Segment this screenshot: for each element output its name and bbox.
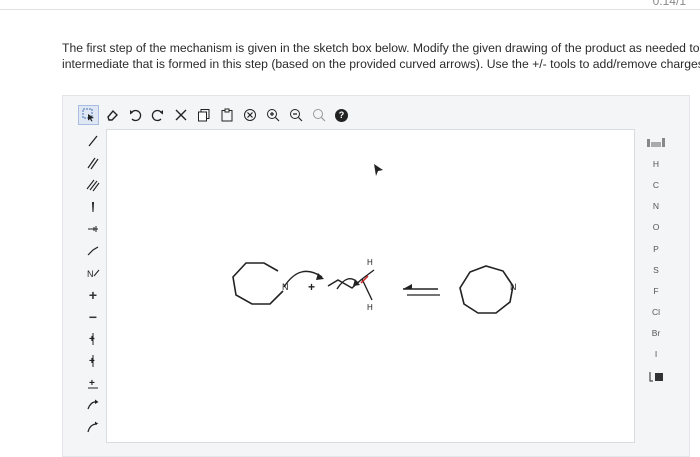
hydrogen-bottom-label: H — [367, 303, 373, 312]
periodic-table-icon[interactable] — [645, 132, 667, 153]
element-s[interactable]: S — [645, 259, 667, 280]
element-p[interactable]: P — [645, 238, 667, 259]
custom-atom-icon[interactable] — [645, 365, 667, 386]
element-o[interactable]: O — [645, 217, 667, 238]
reactant-nitrogen-label: N — [282, 282, 289, 292]
element-br[interactable]: Br — [645, 323, 667, 344]
plus-sign: + — [308, 280, 315, 294]
element-i[interactable]: I — [645, 344, 667, 365]
element-n[interactable]: N — [645, 196, 667, 217]
hydrogen-top-label: H — [367, 258, 373, 267]
element-h[interactable]: H — [645, 153, 667, 174]
mouse-cursor-icon — [374, 164, 383, 176]
reactant-ring — [232, 262, 284, 305]
mechanism-drawing: N + H H N — [232, 164, 517, 314]
element-f[interactable]: F — [645, 280, 667, 301]
product-ring — [459, 265, 514, 314]
element-c[interactable]: C — [645, 174, 667, 195]
element-palette: H C N O P S F Cl Br I — [644, 132, 668, 386]
element-cl[interactable]: Cl — [645, 302, 667, 323]
product-nitrogen-label: N — [510, 282, 517, 292]
